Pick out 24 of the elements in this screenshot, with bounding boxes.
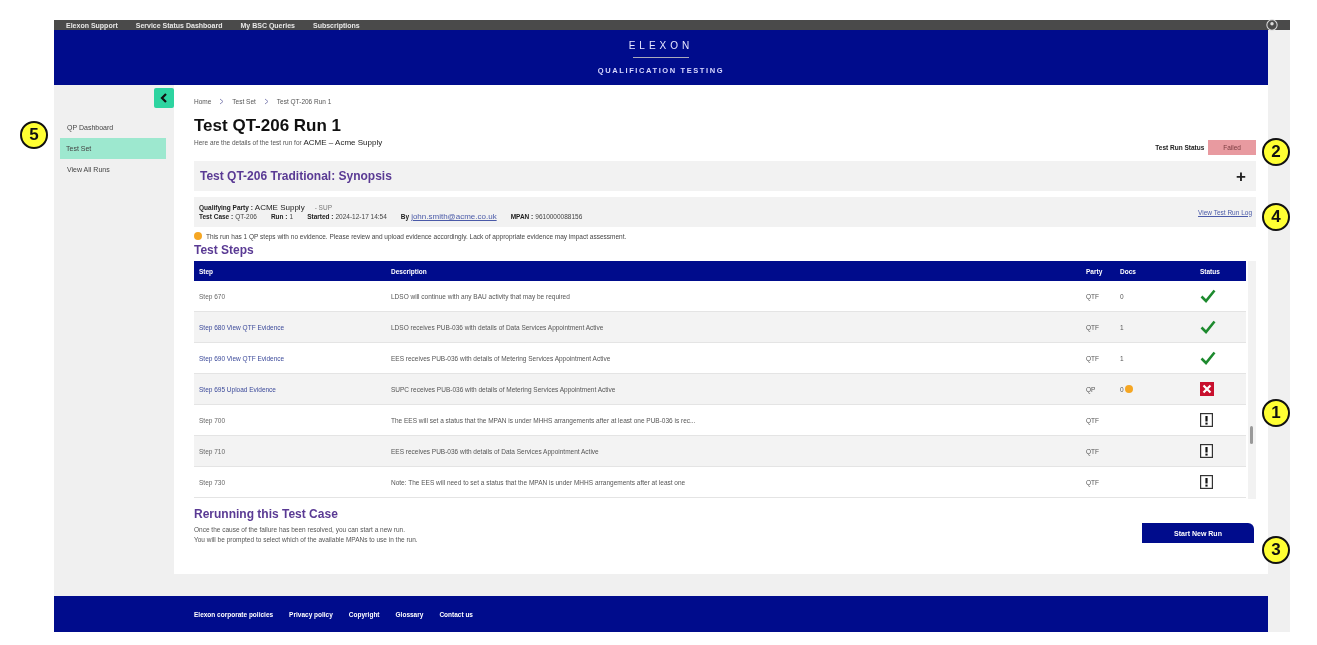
breadcrumb-separator-icon: [219, 98, 225, 105]
breadcrumb-separator-icon: [263, 98, 269, 105]
party-name: ACME – Acme Supply: [303, 138, 383, 147]
brand-logo-text[interactable]: ELEXON: [628, 40, 694, 51]
chevron-left-icon: [160, 93, 168, 103]
callout-badge: 5: [20, 121, 48, 149]
page-title: Test QT-206 Run 1: [194, 116, 343, 136]
checkmark-icon: [1200, 320, 1216, 334]
checkmark-icon: [1200, 351, 1216, 365]
exclamation-box-icon: [1200, 413, 1213, 427]
scrollbar[interactable]: [1248, 261, 1256, 499]
email-link[interactable]: john.smith@acme.co.uk: [411, 212, 497, 221]
warning-icon: [194, 232, 202, 240]
user-icon[interactable]: [1266, 19, 1278, 31]
failed-icon: [1200, 382, 1214, 396]
checkmark-icon: [1200, 289, 1216, 303]
synopsis-title: Test QT-206 Traditional: Synopsis: [200, 169, 392, 183]
exclamation-box-icon: [1200, 444, 1213, 458]
field-value: ACME Supply: [254, 203, 305, 212]
expand-button[interactable]: +: [1232, 167, 1250, 185]
section-title: Rerunning this Test Case: [194, 507, 339, 521]
collapse-button[interactable]: [154, 88, 174, 108]
section-title: Test Steps: [194, 243, 255, 257]
exclamation-box-icon: [1200, 475, 1213, 489]
